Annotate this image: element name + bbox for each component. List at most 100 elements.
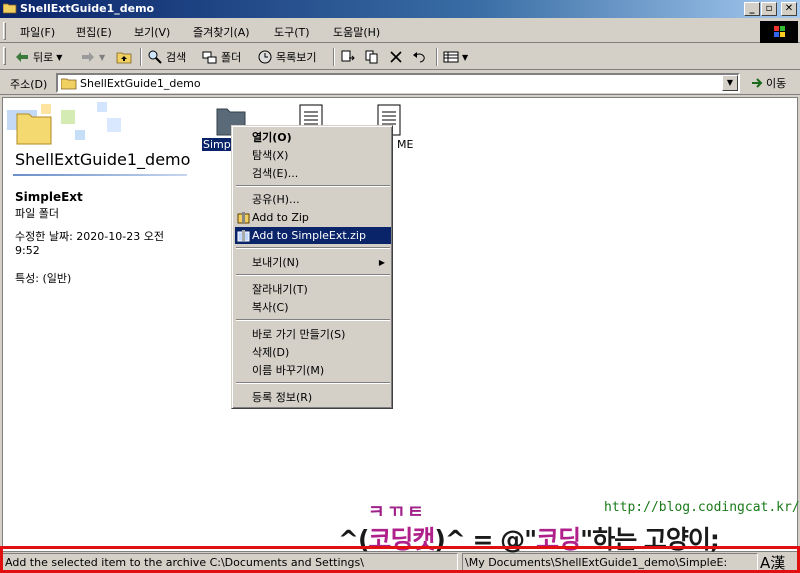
chevron-down-icon[interactable]: ▼ (99, 53, 105, 62)
go-button[interactable]: 이동 (750, 75, 786, 91)
selected-item-type: 파일 폴더 (15, 207, 59, 220)
ctx-properties[interactable]: 등록 정보(R) (235, 389, 391, 406)
folder-icon (61, 78, 77, 90)
copy-to-button[interactable] (364, 48, 380, 66)
menu-separator (236, 319, 390, 321)
context-menu: 열기(O) 탐색(X) 검색(E)... 공유(H)... Add to Zip… (231, 125, 393, 409)
folder-banner-art (7, 102, 121, 145)
views-button[interactable]: ▼ (443, 48, 468, 66)
up-folder-icon (116, 52, 132, 64)
history-label: 목록보기 (276, 51, 317, 64)
watermark-slogan: ^(코딩캣)^ = @"코딩"하는 고양이; (338, 520, 720, 556)
folders-icon (202, 51, 217, 64)
ctx-add-to-simpleext-zip[interactable]: Add to SimpleExt.zip (235, 227, 391, 244)
menu-tools[interactable]: 도구(T) (274, 24, 310, 40)
ctx-create-shortcut[interactable]: 바로 가기 만들기(S) (235, 326, 391, 343)
ctx-add-to-zip-label: Add to Zip (252, 211, 309, 224)
status-text: Add the selected item to the archive C:\… (2, 553, 458, 572)
minimize-button[interactable]: _ (744, 2, 760, 16)
history-icon (258, 50, 272, 64)
chevron-down-icon[interactable]: ▼ (462, 53, 468, 62)
chevron-down-icon[interactable]: ▼ (56, 53, 62, 62)
file-label-simpleext[interactable]: Simp (202, 138, 232, 151)
back-label: 뒤로 (33, 51, 54, 64)
ime-indicator[interactable]: A漢 (760, 552, 785, 573)
address-dropdown-button[interactable]: ▼ (722, 75, 738, 91)
folder-icon (3, 3, 17, 14)
selected-item-attributes: 특성: (일반) (15, 272, 72, 285)
up-folder-button[interactable] (116, 48, 132, 66)
ctx-add-to-simpleext-zip-label: Add to SimpleExt.zip (252, 229, 366, 242)
go-arrow-icon (752, 78, 763, 88)
address-value: ShellExtGuide1_demo (80, 77, 201, 90)
ctx-rename[interactable]: 이름 바꾸기(M) (235, 362, 391, 379)
menu-separator (236, 185, 390, 187)
title-divider (13, 174, 187, 176)
search-label: 검색 (166, 51, 187, 64)
menu-file[interactable]: 파일(F) (20, 24, 55, 40)
status-path: \My Documents\ShellExtGuide1_demo\Simple… (462, 553, 758, 572)
menu-separator (236, 274, 390, 276)
ctx-explore[interactable]: 탐색(X) (235, 147, 391, 164)
go-label: 이동 (766, 77, 787, 90)
back-arrow-icon (16, 52, 28, 62)
ctx-search[interactable]: 검색(E)... (235, 165, 391, 182)
watermark-part: )^ = @" (434, 525, 537, 554)
menu-bar: 파일(F) 편집(E) 보기(V) 즐겨찾기(A) 도구(T) 도움말(H) (0, 19, 800, 43)
forward-button[interactable]: ▼ (80, 48, 105, 66)
windows-logo-icon (760, 21, 798, 43)
move-to-icon (341, 50, 355, 62)
undo-button[interactable] (412, 48, 428, 66)
address-label: 주소(D) (10, 78, 48, 91)
ctx-send-to[interactable]: 보내기(N) ▶ (235, 254, 391, 271)
delete-button[interactable] (388, 48, 404, 66)
file-label-readme[interactable]: ME (396, 138, 414, 151)
history-button[interactable]: 목록보기 (257, 48, 316, 66)
zip-icon (237, 230, 250, 242)
search-icon (148, 50, 162, 64)
move-to-button[interactable] (340, 48, 356, 66)
forward-arrow-icon (82, 52, 94, 62)
menu-edit[interactable]: 편집(E) (76, 24, 112, 40)
menu-separator (236, 247, 390, 249)
ctx-send-to-label: 보내기(N) (252, 256, 300, 269)
standard-toolbar: 뒤로 ▼ ▼ 검색 폴더 목록보기 ▼ (0, 44, 800, 70)
close-button[interactable]: ✕ (781, 2, 797, 16)
watermark-part: 코딩 (536, 525, 581, 554)
submenu-arrow-icon: ▶ (378, 258, 385, 267)
zip-icon (237, 212, 250, 224)
address-input[interactable]: ShellExtGuide1_demo ▼ (56, 73, 740, 93)
window-title: ShellExtGuide1_demo (20, 2, 155, 15)
folders-button[interactable]: 폴더 (202, 48, 241, 66)
title-bar: ShellExtGuide1_demo _ ▫ ✕ (0, 0, 800, 18)
menu-view[interactable]: 보기(V) (134, 24, 170, 40)
toolbar-separator (436, 48, 438, 66)
ctx-add-to-zip[interactable]: Add to Zip (235, 209, 391, 226)
folders-label: 폴더 (221, 51, 242, 64)
maximize-button[interactable]: ▫ (761, 2, 777, 16)
toolbar-separator (333, 48, 335, 66)
ctx-delete[interactable]: 삭제(D) (235, 344, 391, 361)
menu-help[interactable]: 도움말(H) (333, 24, 380, 40)
address-bar: 주소(D) ShellExtGuide1_demo ▼ 이동 (0, 71, 800, 95)
ctx-cut[interactable]: 잘라내기(T) (235, 281, 391, 298)
back-button[interactable]: 뒤로 ▼ (14, 48, 62, 66)
watermark-part: ^( (338, 525, 369, 554)
selected-item-name: SimpleExt (15, 190, 83, 204)
folder-view[interactable]: ShellExtGuide1_demo SimpleExt 파일 폴더 수정한 … (2, 97, 798, 552)
toolbar-grip[interactable] (3, 22, 6, 40)
watermark-url: http://blog.codingcat.kr/ (604, 500, 800, 515)
status-bar: Add the selected item to the archive C:\… (0, 552, 800, 573)
menu-favorites[interactable]: 즐겨찾기(A) (193, 24, 250, 40)
toolbar-separator (140, 48, 142, 66)
watermark-part: 코딩캣 (368, 525, 435, 554)
ctx-copy[interactable]: 복사(C) (235, 299, 391, 316)
search-button[interactable]: 검색 (147, 48, 186, 66)
undo-icon (413, 52, 425, 63)
watermark-part: "하는 고양이; (580, 525, 720, 554)
folder-title: ShellExtGuide1_demo (15, 150, 191, 169)
ctx-open[interactable]: 열기(O) (235, 129, 391, 146)
delete-x-icon (390, 51, 402, 63)
toolbar-grip[interactable] (3, 47, 6, 65)
ctx-share[interactable]: 공유(H)... (235, 191, 391, 208)
